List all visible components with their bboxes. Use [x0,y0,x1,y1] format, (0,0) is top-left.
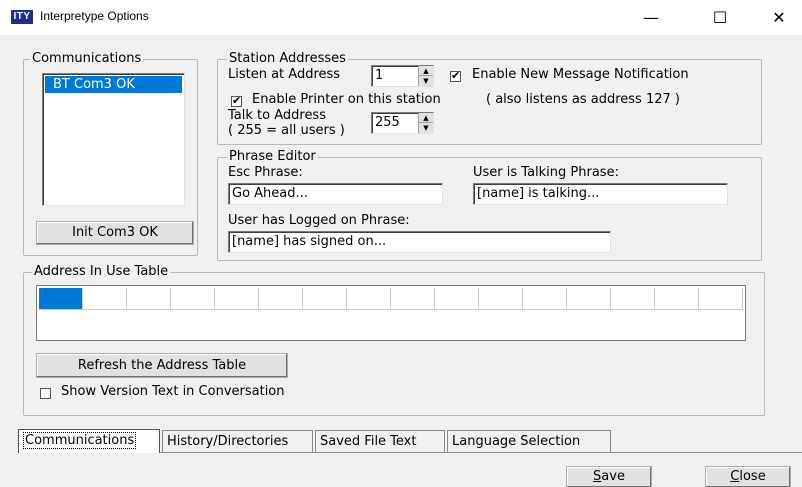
close-button[interactable]: Close [705,466,791,487]
listen-address-label: Listen at Address [228,67,341,82]
talking-phrase-input[interactable]: [name] is talking... [473,183,728,205]
minimize-button[interactable]: — [628,0,674,35]
address-cell[interactable] [567,288,611,310]
address-cell[interactable] [303,288,347,310]
communications-group-label: Communications [30,51,144,66]
address-cell[interactable] [347,288,391,310]
show-version-label: Show Version Text in Conversation [61,384,285,399]
address-cell[interactable] [435,288,479,310]
tab-history-directories-label: History/Directories [167,434,289,449]
spin-down-icon[interactable]: ▼ [419,123,433,133]
tab-saved-file-text-label: Saved File Text [320,434,417,449]
init-com-button[interactable]: Init Com3 OK [36,221,194,245]
address-cell[interactable] [699,288,743,310]
maximize-button[interactable]: ☐ [697,0,743,35]
spin-up-icon[interactable]: ▲ [419,113,433,123]
com-port-list-item[interactable]: BT Com3 OK [45,76,182,93]
talk-address-spinner[interactable]: 255 ▲ ▼ [371,112,434,134]
tab-language-selection[interactable]: Language Selection [447,430,611,452]
station-addresses-group-label: Station Addresses [227,51,348,66]
listen-address-spinner[interactable]: 1 ▲ ▼ [371,65,434,87]
talk-address-spin-buttons[interactable]: ▲ ▼ [418,113,433,133]
address-cell[interactable] [479,288,523,310]
address-cell[interactable] [127,288,171,310]
printer-note: ( also listens as address 127 ) [486,92,680,107]
talking-phrase-label: User is Talking Phrase: [473,165,619,180]
window-title: Interpretype Options [40,9,149,23]
save-button[interactable]: Save [566,466,652,487]
address-cell[interactable] [655,288,699,310]
logged-phrase-label: User has Logged on Phrase: [228,213,410,228]
enable-notification-checkbox[interactable] [450,69,461,83]
refresh-address-table-button[interactable]: Refresh the Address Table [36,353,288,378]
tab-communications-label: Communications [23,432,137,449]
title-bar[interactable]: ITY Interpretype Options — ☐ ✕ [0,0,802,35]
address-in-use-table[interactable] [36,285,746,341]
tab-communications[interactable]: Communications [18,429,160,453]
address-cell[interactable] [83,288,127,310]
refresh-address-table-label: Refresh the Address Table [77,358,247,373]
esc-phrase-input[interactable]: Go Ahead... [228,183,443,205]
address-cell[interactable] [39,288,83,310]
tab-history-directories[interactable]: History/Directories [162,430,313,452]
close-button-label: Close [730,469,766,484]
talk-address-label-line1: Talk to Address [228,108,326,123]
close-window-button[interactable]: ✕ [756,0,802,35]
app-icon: ITY [11,10,33,24]
tab-language-selection-label: Language Selection [452,434,581,449]
address-cell[interactable] [391,288,435,310]
spin-up-icon[interactable]: ▲ [419,66,433,76]
enable-printer-label: Enable Printer on this station [252,92,441,107]
enable-notification-label: Enable New Message Notification [472,67,689,82]
listen-address-value: 1 [375,68,384,83]
com-port-list[interactable]: BT Com3 OK [42,73,185,206]
talk-address-value: 255 [375,115,400,130]
phrase-editor-group-label: Phrase Editor [227,149,318,164]
address-cell[interactable] [171,288,215,310]
listen-address-spin-buttons[interactable]: ▲ ▼ [418,66,433,86]
enable-printer-checkbox[interactable] [231,94,242,108]
esc-phrase-label: Esc Phrase: [228,165,303,180]
address-cell[interactable] [215,288,259,310]
spin-down-icon[interactable]: ▼ [419,76,433,86]
address-cell[interactable] [611,288,655,310]
init-com-button-label: Init Com3 OK [72,225,158,240]
address-cell[interactable] [523,288,567,310]
talk-address-label-line2: ( 255 = all users ) [228,123,345,138]
logged-phrase-input[interactable]: [name] has signed on... [228,231,611,253]
address-table-group-label: Address In Use Table [32,264,171,279]
save-button-label: Save [593,469,625,484]
tab-saved-file-text[interactable]: Saved File Text [315,430,445,452]
show-version-checkbox[interactable] [40,388,51,399]
talk-address-label: Talk to Address ( 255 = all users ) [228,108,345,138]
address-cell[interactable] [259,288,303,310]
